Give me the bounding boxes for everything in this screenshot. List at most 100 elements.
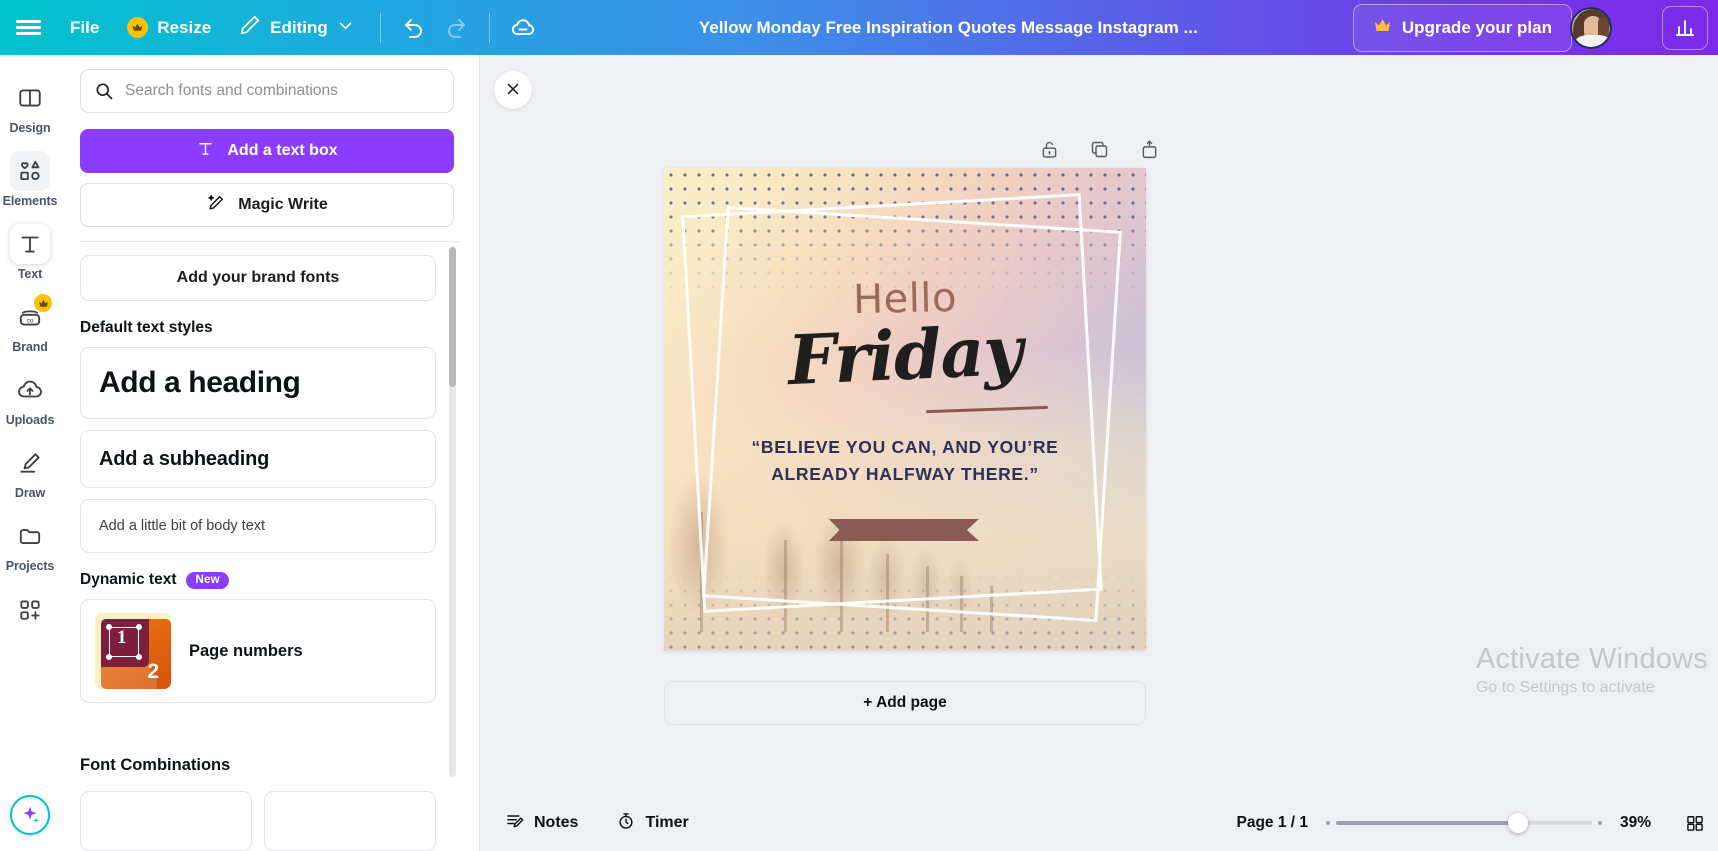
resize-button[interactable]: Resize <box>113 10 225 45</box>
text-styles-scroll-area: Add your brand fonts Default text styles… <box>80 241 460 786</box>
search-input[interactable] <box>80 69 454 113</box>
dynamic-text-label: Dynamic text <box>80 571 177 588</box>
text-t-icon <box>10 224 50 264</box>
text-panel: Add a text box Magic Write Add your bran… <box>60 55 480 851</box>
design-title[interactable]: Yellow Monday Free Inspiration Quotes Me… <box>544 18 1353 38</box>
canvas-quote-text: “BELIEVE YOU CAN, AND YOU’RE ALREADY HAL… <box>708 434 1102 488</box>
zoom-percentage: 39% <box>1620 814 1652 831</box>
crown-icon <box>34 294 52 312</box>
svg-text:co: co <box>27 317 34 324</box>
text-style-heading[interactable]: Add a heading <box>80 347 436 419</box>
file-menu-button[interactable]: File <box>56 11 113 45</box>
thumb-number-1: 1 <box>117 627 127 648</box>
text-style-subheading[interactable]: Add a subheading <box>80 430 436 488</box>
zoom-max-dot <box>1598 821 1602 825</box>
design-canvas[interactable]: Hello Friday “BELIEVE YOU CAN, AND YOU’R… <box>664 168 1146 650</box>
sidebar-item-uploads[interactable]: Uploads <box>2 363 58 432</box>
sidebar-item-projects[interactable]: Projects <box>2 509 58 578</box>
crown-icon <box>1373 16 1392 40</box>
redo-icon[interactable] <box>435 7 477 49</box>
zoom-slider-knob[interactable] <box>1507 813 1528 833</box>
canvas-quote-line2: ALREADY HALFWAY THERE.” <box>771 464 1039 485</box>
add-page-button[interactable]: + Add page <box>664 681 1146 725</box>
sidebar-item-brand[interactable]: co Brand <box>2 290 58 359</box>
canvas-frame-front <box>702 205 1122 623</box>
page-numbers-label: Page numbers <box>189 641 303 660</box>
sidebar-label-elements: Elements <box>2 194 58 208</box>
editor-area: Hello Friday “BELIEVE YOU CAN, AND YOU’R… <box>481 55 1718 851</box>
shapes-icon <box>10 151 50 191</box>
sidebar-label-uploads: Uploads <box>5 413 55 427</box>
notes-button[interactable]: Notes <box>495 805 588 842</box>
canva-editor-window: File Resize Editing Yellow Monday Free I… <box>0 0 1718 851</box>
hamburger-icon[interactable] <box>0 17 56 38</box>
font-combinations-heading: Font Combinations <box>80 756 231 774</box>
zoom-slider-track[interactable] <box>1336 813 1592 833</box>
new-badge: New <box>186 571 229 589</box>
sidebar-item-text[interactable]: Text <box>2 217 58 286</box>
timer-button[interactable]: Timer <box>606 805 698 842</box>
close-panel-button[interactable] <box>494 71 532 109</box>
grid-view-icon[interactable] <box>1680 808 1710 838</box>
font-combination-card[interactable] <box>264 791 436 851</box>
pencil-icon <box>239 14 261 41</box>
canvas-floating-tools <box>1034 134 1164 164</box>
add-page-after-icon[interactable] <box>1134 134 1164 164</box>
file-menu-label: File <box>70 17 100 37</box>
unlock-icon[interactable] <box>1034 134 1064 164</box>
zoom-slider-fill <box>1336 821 1518 825</box>
canvas-quote-line1: “BELIEVE YOU CAN, AND YOU’RE <box>751 437 1059 457</box>
text-style-heading-label: Add a heading <box>99 366 301 399</box>
default-text-styles-heading: Default text styles <box>80 319 460 337</box>
upgrade-plan-label: Upgrade your plan <box>1401 17 1552 37</box>
add-text-box-label: Add a text box <box>227 142 338 159</box>
font-combination-card[interactable] <box>80 791 252 851</box>
insights-button[interactable] <box>1662 5 1708 50</box>
editing-mode-button[interactable]: Editing <box>225 7 368 48</box>
apps-plus-icon <box>10 589 50 629</box>
text-style-body-label: Add a little bit of body text <box>99 518 266 534</box>
undo-icon[interactable] <box>393 7 435 49</box>
timer-label: Timer <box>645 814 689 831</box>
magic-write-label: Magic Write <box>238 196 328 213</box>
editing-label: Editing <box>270 17 328 37</box>
brand-icon: co <box>10 294 52 337</box>
magic-sparkle-icon[interactable] <box>10 795 50 835</box>
pen-icon <box>10 443 50 483</box>
toolbar-divider-2 <box>488 12 490 43</box>
watermark-line-1: Activate Windows <box>1475 643 1708 675</box>
add-text-box-button[interactable]: Add a text box <box>80 129 454 173</box>
panel-scrollbar-thumb[interactable] <box>449 247 456 387</box>
add-brand-fonts-button[interactable]: Add your brand fonts <box>80 255 436 301</box>
default-text-styles-label: Default text styles <box>80 319 213 336</box>
text-style-subheading-label: Add a subheading <box>99 447 270 470</box>
cloud-sync-icon[interactable] <box>502 7 544 49</box>
resize-label: Resize <box>157 17 212 37</box>
zoom-slider[interactable] <box>1326 813 1602 833</box>
sidebar-item-draw[interactable]: Draw <box>2 436 58 505</box>
add-brand-fonts-label: Add your brand fonts <box>176 269 340 286</box>
timer-icon <box>616 811 636 836</box>
notes-icon <box>505 811 525 836</box>
duplicate-icon[interactable] <box>1084 134 1114 164</box>
avatar[interactable] <box>1570 6 1612 49</box>
text-style-body[interactable]: Add a little bit of body text <box>80 499 436 553</box>
dynamic-item-page-numbers[interactable]: 1 2 Page numbers <box>80 599 436 703</box>
left-rail: Design Elements Text co Brand Uploads Dr… <box>0 55 60 851</box>
sidebar-label-draw: Draw <box>14 486 46 500</box>
sidebar-item-design[interactable]: Design <box>2 71 58 140</box>
panel-scrollbar-track[interactable] <box>449 247 456 777</box>
page-numbers-thumbnail: 1 2 <box>95 613 171 689</box>
cloud-upload-icon <box>10 370 50 410</box>
sidebar-item-apps[interactable] <box>2 582 58 634</box>
sidebar-item-elements[interactable]: Elements <box>2 144 58 213</box>
notes-label: Notes <box>534 814 579 831</box>
font-search <box>80 69 460 113</box>
magic-write-button[interactable]: Magic Write <box>80 183 454 227</box>
canvas-banner-ribbon <box>829 519 979 541</box>
magic-pencil-icon <box>206 193 226 218</box>
layout-icon <box>10 78 50 118</box>
avatar-group <box>1570 6 1654 49</box>
upgrade-plan-button[interactable]: Upgrade your plan <box>1352 3 1572 52</box>
sidebar-label-text: Text <box>17 267 43 281</box>
